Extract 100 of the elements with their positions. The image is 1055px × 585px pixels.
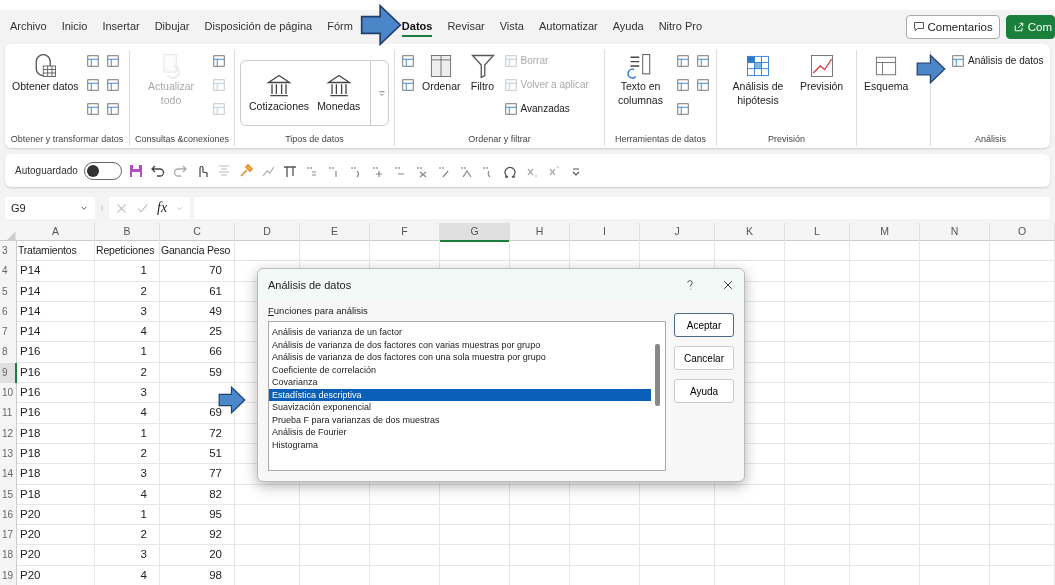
table-cell: P18 xyxy=(17,443,95,465)
menu-tab[interactable]: Automatizar xyxy=(538,17,598,37)
column-header[interactable]: I xyxy=(570,223,640,242)
ribbon-button[interactable]: Obtener datos xyxy=(10,50,81,96)
close-icon[interactable] xyxy=(722,279,734,291)
table-cell xyxy=(570,545,640,566)
table-cell xyxy=(570,484,640,505)
column-header[interactable]: H xyxy=(510,223,570,242)
list-item[interactable]: Covarianza xyxy=(269,376,651,389)
ribbon-button[interactable]: Previsión xyxy=(798,50,846,96)
insert-function-button[interactable]: fx xyxy=(157,200,168,216)
check-icon[interactable] xyxy=(136,201,149,215)
table-cell xyxy=(850,443,920,465)
help-icon[interactable] xyxy=(684,279,696,291)
table-cell xyxy=(785,504,850,526)
list-item[interactable]: Análisis de varianza de dos factores con varias muestras por grupo xyxy=(269,338,651,351)
row-header[interactable]: 16 xyxy=(0,504,17,526)
list-item[interactable]: Estadística descriptiva xyxy=(269,388,651,401)
table-cell xyxy=(850,342,920,363)
gallery-more-button[interactable] xyxy=(370,61,388,125)
ribbon-button[interactable]: Análisis de datos xyxy=(950,50,1045,71)
column-header[interactable]: A xyxy=(17,223,95,242)
grid-icon xyxy=(696,77,710,92)
row-header[interactable]: 14 xyxy=(0,464,17,485)
row-header[interactable]: 4 xyxy=(0,261,17,282)
dialog-button[interactable]: Cancelar xyxy=(674,346,734,370)
column-header[interactable]: D xyxy=(235,223,300,242)
dialog-button[interactable]: Ayuda xyxy=(674,379,734,403)
ribbon-button[interactable]: Filtro xyxy=(466,50,499,96)
table-cell: 4 xyxy=(95,322,160,343)
ribbon-button[interactable]: Esquema xyxy=(862,50,911,96)
row-header[interactable]: 6 xyxy=(0,301,17,323)
ribbon-button[interactable]: Monedas xyxy=(315,70,363,116)
list-item[interactable]: Histograma xyxy=(269,438,651,451)
list-item[interactable]: Análisis de varianza de un factor xyxy=(269,326,651,339)
menu-tab[interactable]: Insertar xyxy=(102,17,140,37)
menu-tab[interactable]: Archivo xyxy=(10,17,47,37)
row-header[interactable]: 17 xyxy=(0,525,17,546)
ribbon-button[interactable]: Cotizaciones xyxy=(247,70,312,116)
ribbon-button[interactable]: Texto en columnas xyxy=(610,50,671,110)
ribbon-button[interactable]: Análisis de hipótesis xyxy=(722,50,794,110)
table-cell: Ganancia Peso xyxy=(160,241,235,262)
row-header[interactable]: 11 xyxy=(0,403,17,424)
table-cell: P14 xyxy=(17,301,95,323)
row-header[interactable]: 10 xyxy=(0,383,17,404)
list-item[interactable]: Coeficiente de correlación xyxy=(269,363,651,376)
share-button[interactable]: Com xyxy=(1005,15,1055,39)
list-item[interactable]: Análisis de Fourier xyxy=(269,426,651,439)
scrollbar-thumb[interactable] xyxy=(655,344,660,406)
table-cell xyxy=(785,525,850,546)
column-header[interactable]: M xyxy=(850,223,920,242)
list-item[interactable]: Análisis de varianza de dos factores con una sola muestra por grupo xyxy=(269,351,651,364)
name-box[interactable]: G9 xyxy=(5,197,95,219)
cancel-icon[interactable] xyxy=(115,201,128,215)
row-header[interactable]: 3 xyxy=(0,241,17,262)
row-header[interactable]: 5 xyxy=(0,281,17,302)
menu-tab[interactable]: Datos xyxy=(401,17,433,37)
menu-tab[interactable]: Nitro Pro xyxy=(658,17,703,37)
ribbon-button[interactable]: Ordenar xyxy=(420,50,463,96)
column-header[interactable]: O xyxy=(990,223,1055,242)
autosave-toggle[interactable] xyxy=(83,161,122,180)
row-header[interactable]: 8 xyxy=(0,342,17,363)
menu-tab[interactable]: Inicio xyxy=(61,17,88,37)
function-list[interactable] xyxy=(268,321,666,471)
comments-button[interactable]: Comentarios xyxy=(905,15,1000,39)
menu-tab[interactable]: Fórm xyxy=(327,17,353,37)
row-header[interactable]: 7 xyxy=(0,322,17,343)
column-header[interactable]: B xyxy=(95,223,160,242)
list-item[interactable]: Prueba F para varianzas de dos muestras xyxy=(269,413,651,426)
row-header[interactable]: 18 xyxy=(0,545,17,566)
table-cell xyxy=(920,342,990,363)
menu-tab[interactable]: Ayuda xyxy=(612,17,644,37)
column-header[interactable]: N xyxy=(920,223,990,242)
menu-tab[interactable]: Vista xyxy=(499,17,524,37)
column-header[interactable]: L xyxy=(785,223,850,242)
table-cell xyxy=(920,443,990,465)
row-header[interactable]: 15 xyxy=(0,484,17,505)
column-header[interactable]: G xyxy=(440,223,510,242)
grid-icon xyxy=(105,77,120,92)
dialog-button[interactable]: Aceptar xyxy=(674,313,734,337)
menu-tab[interactable]: Disposición de página xyxy=(204,17,313,37)
group-label: Ordenar y filtrar xyxy=(467,134,532,146)
table-cell xyxy=(920,525,990,546)
column-header[interactable]: C xyxy=(160,223,235,242)
menu-tab[interactable]: Dibujar xyxy=(154,17,190,37)
table-cell: Repeticiones xyxy=(95,241,160,262)
menu-tab[interactable]: Revisar xyxy=(447,17,485,37)
table-cell xyxy=(370,484,440,505)
column-header[interactable]: E xyxy=(300,223,370,242)
row-header[interactable]: 13 xyxy=(0,443,17,465)
ribbon-button[interactable]: Avanzadas xyxy=(502,98,590,119)
table-cell: 1 xyxy=(95,261,160,282)
column-header[interactable]: J xyxy=(640,223,715,242)
list-item[interactable]: Suavización exponencial xyxy=(269,401,651,414)
grid-icon xyxy=(85,53,100,68)
table-cell xyxy=(785,423,850,444)
row-header[interactable]: 12 xyxy=(0,423,17,444)
row-header[interactable]: 9 xyxy=(0,362,17,384)
column-header[interactable]: K xyxy=(715,223,785,242)
table-cell: 61 xyxy=(160,281,235,302)
